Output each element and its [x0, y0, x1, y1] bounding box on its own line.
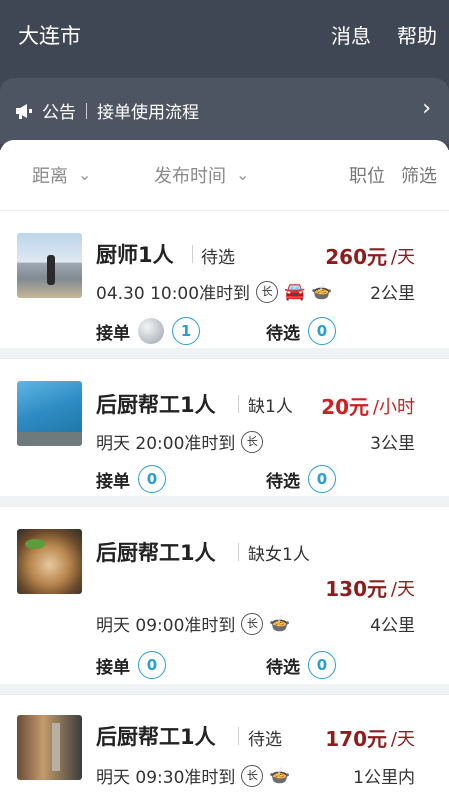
job-title: 后厨帮工1人: [96, 393, 216, 417]
job-distance: 1公里内: [353, 768, 415, 788]
filter-bar: 距离 ⌄ 发布时间 ⌄ 职位 筛选: [0, 140, 449, 210]
filter-actions: 职位 筛选: [349, 162, 437, 188]
job-time-row: 明天 20:00准时到 长: [96, 429, 264, 454]
food-bowl-icon: 🍲: [311, 281, 333, 302]
job-price-unit: /小时: [372, 397, 415, 418]
job-card[interactable]: 后厨帮工1人 缺1人 20元 /小时 明天 20:00准时到 长 3公里 接单 …: [0, 358, 449, 497]
job-time-row: 04.30 10:00准时到 长 🚘 🍲: [96, 279, 332, 304]
job-price: 20元: [321, 395, 369, 419]
job-distance: 4公里: [370, 616, 415, 636]
long-term-icon: 长: [241, 430, 264, 453]
help-button[interactable]: 帮助: [397, 20, 437, 49]
rock-shore: [17, 432, 82, 446]
accept-label: 接单: [96, 657, 130, 678]
accept-stat: 接单 0: [96, 651, 166, 679]
position-filter[interactable]: 职位: [349, 162, 385, 188]
title-divider: [192, 245, 193, 263]
card-separator: [0, 684, 449, 694]
job-time: 明天 09:00准时到: [96, 616, 236, 636]
chevron-right-icon[interactable]: ›: [422, 96, 431, 121]
long-term-icon: 长: [256, 280, 279, 303]
top-actions: 消息 帮助: [331, 20, 437, 49]
notice-divider: [86, 102, 87, 119]
publish-time-filter[interactable]: 发布时间 ⌄: [154, 162, 249, 188]
applicant-avatar[interactable]: [138, 318, 164, 344]
person-figure: [47, 255, 55, 285]
pending-stat: 待选 0: [266, 651, 336, 679]
notice-text: 接单使用流程: [97, 103, 199, 123]
job-distance: 2公里: [370, 284, 415, 304]
pending-label: 待选: [266, 323, 300, 344]
chevron-down-icon: ⌄: [236, 164, 250, 184]
job-price-unit: /天: [390, 579, 415, 600]
job-time-row: 明天 09:00准时到 长 🍲: [96, 611, 291, 636]
job-price: 130元: [325, 577, 387, 601]
job-thumbnail: [17, 233, 82, 298]
job-time: 明天 20:00准时到: [96, 434, 236, 454]
job-price: 170元: [325, 727, 387, 751]
card-separator: [0, 496, 449, 506]
pending-count-badge: 0: [308, 651, 336, 679]
accept-count-badge: 1: [172, 317, 200, 345]
title-divider: [238, 543, 239, 561]
job-status-tag: 缺女1人: [248, 545, 310, 565]
accept-count-badge: 0: [138, 651, 166, 679]
job-thumbnail: [17, 529, 82, 594]
publish-time-filter-label: 发布时间: [154, 166, 226, 187]
job-card[interactable]: 后厨帮工1人 待选 170元 /天 明天 09:30准时到 长 🍲 1公里内: [0, 694, 449, 801]
job-status-tag: 待选: [248, 730, 282, 750]
pending-count-badge: 0: [308, 465, 336, 493]
vegetable-garnish: [25, 539, 45, 549]
notice-bar[interactable]: 公告 接单使用流程 ›: [0, 78, 449, 144]
accept-label: 接单: [96, 323, 130, 344]
job-status-tag: 缺1人: [248, 397, 293, 417]
pending-count-badge: 0: [308, 317, 336, 345]
title-divider: [238, 395, 239, 413]
job-thumbnail: [17, 715, 82, 780]
car-icon: 🚘: [284, 281, 306, 302]
accept-count-badge: 0: [138, 465, 166, 493]
pending-stat: 待选 0: [266, 317, 336, 345]
notice-row: 公告 接单使用流程: [14, 98, 199, 123]
job-card[interactable]: 后厨帮工1人 缺女1人 130元 /天 明天 09:00准时到 长 🍲 4公里 …: [0, 506, 449, 685]
job-distance: 3公里: [370, 434, 415, 454]
filter-button[interactable]: 筛选: [401, 162, 437, 188]
long-term-icon: 长: [241, 764, 264, 787]
distance-filter-label: 距离: [32, 166, 68, 187]
distance-filter[interactable]: 距离 ⌄: [32, 162, 91, 188]
food-bowl-icon: 🍲: [269, 765, 291, 786]
job-time-row: 明天 09:30准时到 长 🍲: [96, 763, 291, 788]
job-card[interactable]: 厨师1人 待选 260元 /天 04.30 10:00准时到 长 🚘 🍲 2公里…: [0, 210, 449, 349]
chevron-down-icon: ⌄: [78, 164, 92, 184]
job-thumbnail: [17, 381, 82, 446]
card-separator: [0, 348, 449, 358]
pending-stat: 待选 0: [266, 465, 336, 493]
job-title: 后厨帮工1人: [96, 725, 216, 749]
accept-label: 接单: [96, 471, 130, 492]
notice-label: 公告: [42, 103, 76, 123]
title-divider: [238, 727, 239, 745]
food-bowl-icon: 🍲: [269, 613, 291, 634]
accept-stat: 接单 0: [96, 465, 166, 493]
job-price: 260元: [325, 245, 387, 269]
job-title: 厨师1人: [96, 243, 174, 267]
job-time: 04.30 10:00准时到: [96, 284, 251, 304]
pending-label: 待选: [266, 471, 300, 492]
megaphone-icon: [16, 103, 32, 119]
job-price-unit: /天: [390, 247, 415, 268]
messages-button[interactable]: 消息: [331, 20, 371, 49]
kitchen-pipe: [52, 723, 60, 771]
job-time: 明天 09:30准时到: [96, 768, 236, 788]
job-title: 后厨帮工1人: [96, 541, 216, 565]
long-term-icon: 长: [241, 612, 264, 635]
accept-stat: 接单 1: [96, 317, 200, 345]
pending-label: 待选: [266, 657, 300, 678]
city-selector[interactable]: 大连市: [18, 20, 81, 50]
job-price-unit: /天: [390, 729, 415, 750]
job-status-tag: 待选: [201, 248, 235, 268]
